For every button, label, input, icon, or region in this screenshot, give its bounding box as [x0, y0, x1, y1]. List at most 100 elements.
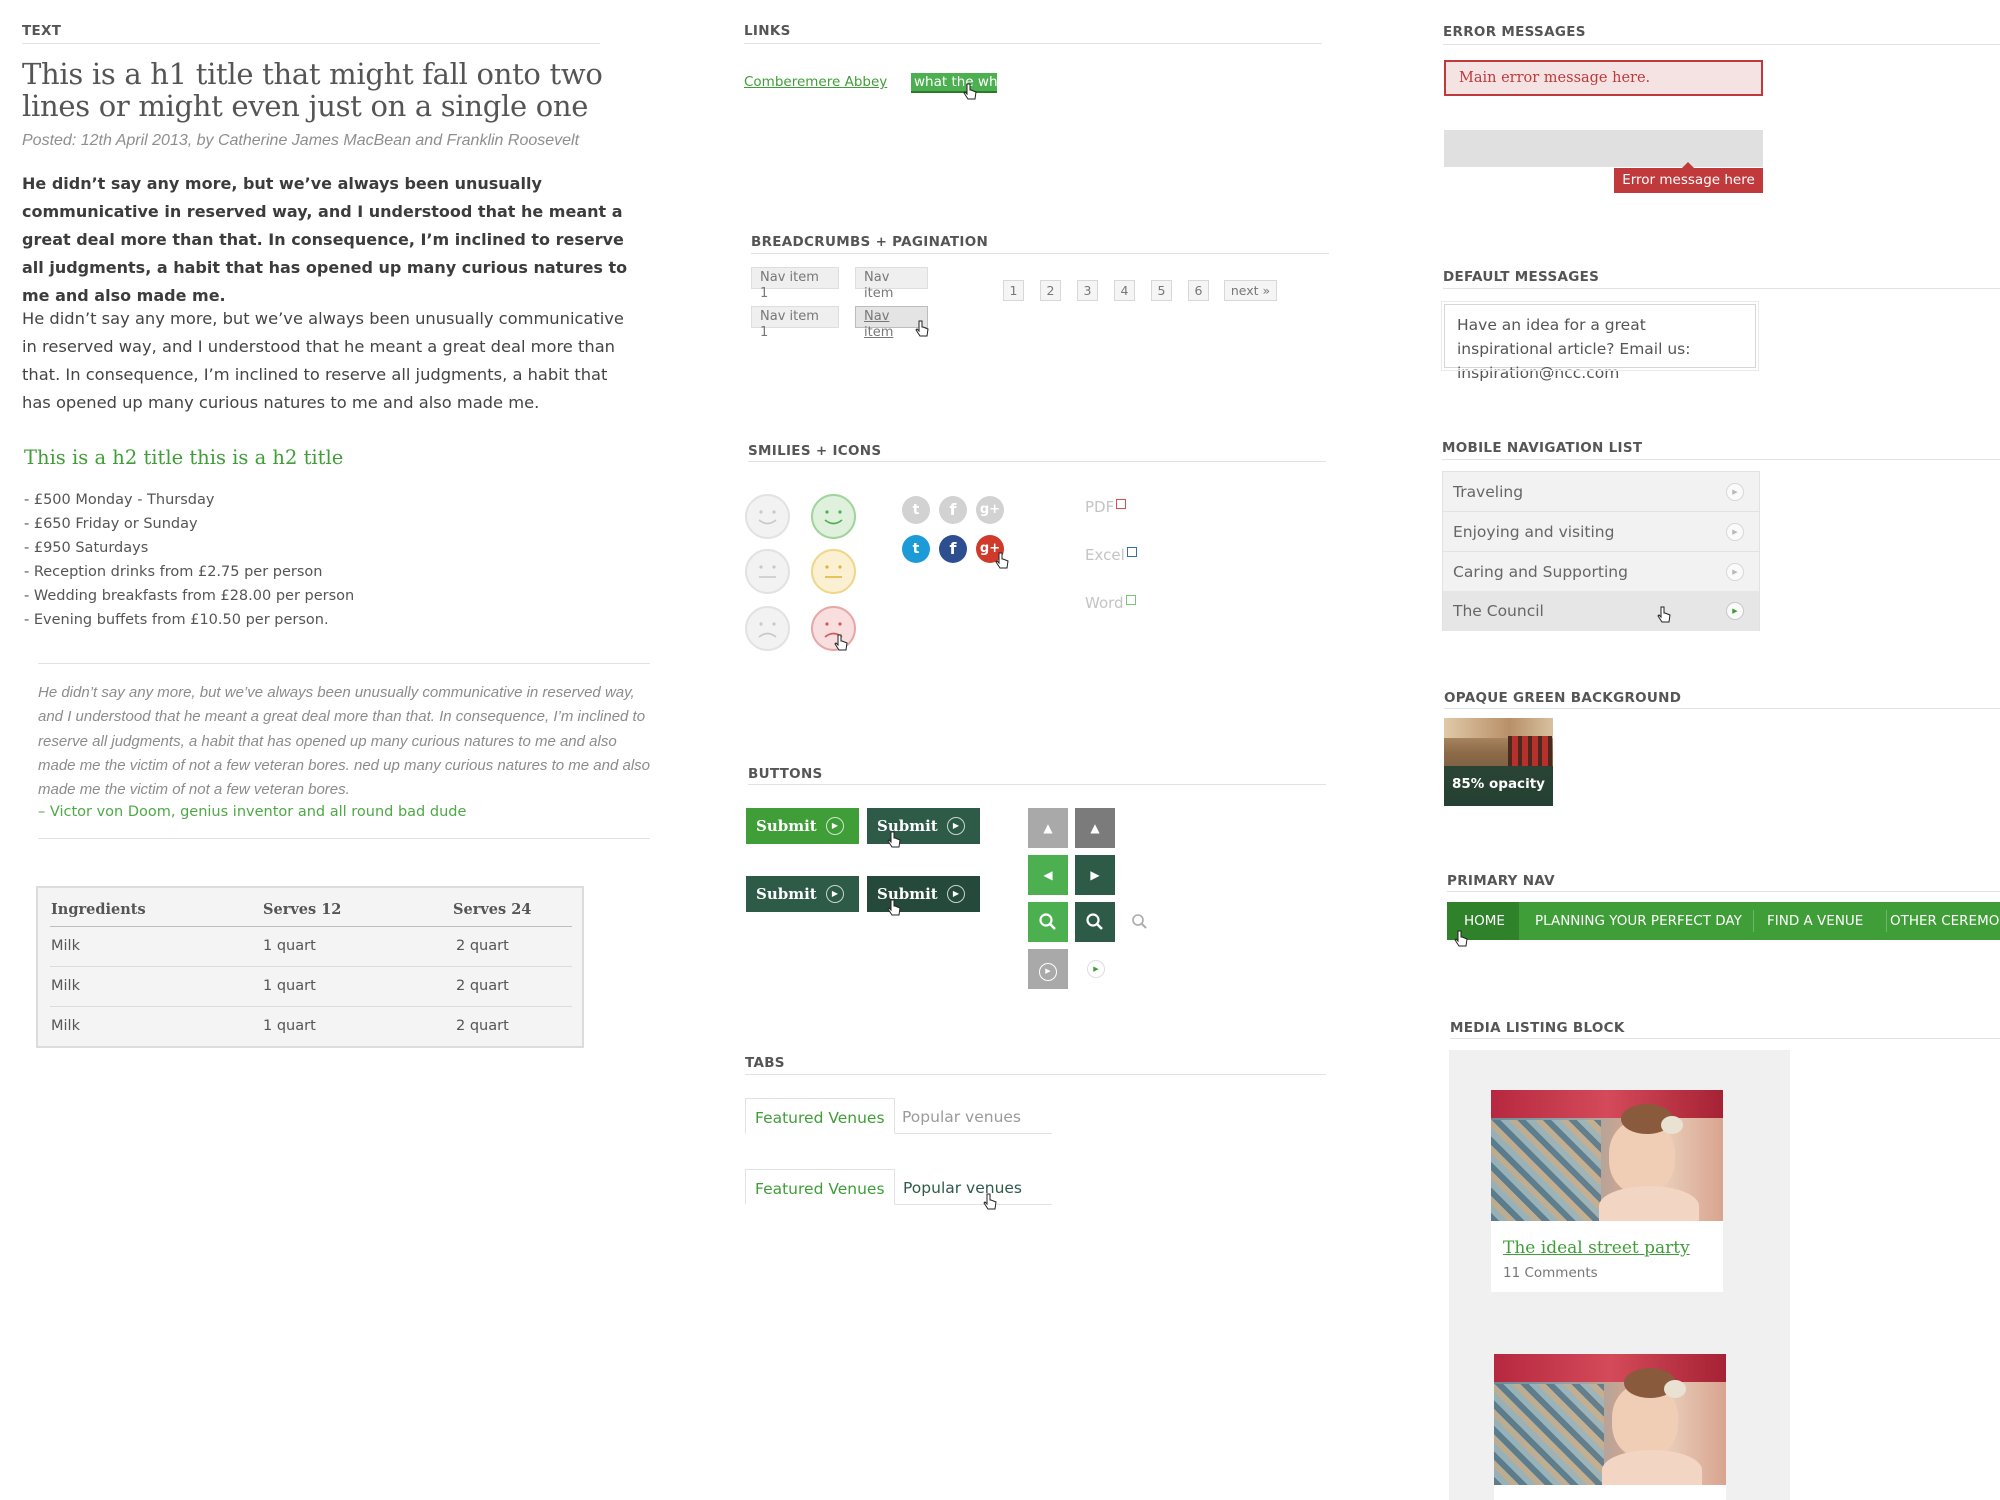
- media-card[interactable]: The ideal street party 11 Comments: [1491, 1090, 1723, 1292]
- breadcrumb-item[interactable]: Nav item 1: [751, 306, 839, 340]
- pagination-page[interactable]: 6: [1188, 280, 1209, 301]
- google-plus-icon[interactable]: g+: [976, 496, 1004, 524]
- pdf-file-link[interactable]: PDF: [1085, 498, 1127, 516]
- twitter-icon[interactable]: t: [902, 496, 930, 524]
- hand-cursor-icon: [887, 899, 901, 916]
- hand-cursor-icon: [983, 1193, 997, 1210]
- excel-icon: [1126, 547, 1137, 557]
- submit-button-dark[interactable]: Submit ▶: [746, 876, 859, 912]
- excel-file-link[interactable]: Excel: [1085, 546, 1137, 564]
- pagination-page[interactable]: 5: [1151, 280, 1172, 301]
- sad-face-icon[interactable]: [745, 606, 790, 651]
- list-item: - Wedding breakfasts from £28.00 per per…: [24, 588, 355, 604]
- mobile-nav-item[interactable]: Caring and Supporting ▶: [1443, 552, 1759, 592]
- chevron-right-icon: ▶: [1726, 563, 1744, 581]
- list-item: - £500 Monday - Thursday: [24, 492, 215, 508]
- nav-item-planning[interactable]: PLANNING YOUR PERFECT DAY: [1535, 902, 1742, 940]
- tab-popular-venues[interactable]: Popular venues: [893, 1098, 1030, 1136]
- opaque-section-label: OPAQUE GREEN BACKGROUND: [1444, 690, 1682, 706]
- happy-face-icon[interactable]: [745, 494, 790, 539]
- link-hover[interactable]: what the wh: [911, 73, 997, 93]
- facebook-icon[interactable]: f: [939, 496, 967, 524]
- media-card-title[interactable]: The ideal street party: [1503, 1238, 1690, 1258]
- ingredients-table: Ingredients Serves 12 Serves 24 Milk 1 q…: [36, 886, 584, 1048]
- search-plain-icon[interactable]: [1130, 912, 1150, 932]
- pagination-page[interactable]: 3: [1077, 280, 1098, 301]
- arrow-right-icon: ▶: [1039, 963, 1057, 981]
- mobile-nav-item[interactable]: Enjoying and visiting ▶: [1443, 512, 1759, 552]
- submit-button-dark-hover[interactable]: Submit ▶: [867, 876, 980, 912]
- search-button[interactable]: [1028, 902, 1068, 942]
- list-item: - £950 Saturdays: [24, 540, 149, 556]
- breadcrumb-item[interactable]: Nav item 1: [751, 267, 839, 301]
- section-divider: [22, 43, 600, 44]
- error-input-field[interactable]: [1444, 130, 1763, 167]
- quote-source: – Victor von Doom, genius inventor and a…: [38, 804, 467, 820]
- twitter-active-icon[interactable]: t: [902, 535, 930, 563]
- neutral-face-icon[interactable]: [745, 549, 790, 594]
- chevron-right-icon: ▶: [1726, 483, 1744, 501]
- mobile-nav-item-hover[interactable]: The Council ▶: [1443, 591, 1759, 631]
- next-button[interactable]: ▶: [1075, 855, 1115, 895]
- errors-section-label: ERROR MESSAGES: [1443, 24, 1586, 40]
- facebook-active-icon[interactable]: f: [939, 535, 967, 563]
- nav-item-other-ceremonies[interactable]: OTHER CEREMON: [1890, 902, 2000, 940]
- pagination-page[interactable]: 2: [1040, 280, 1061, 301]
- media-card-comments[interactable]: 11 Comments: [1503, 1265, 1598, 1281]
- hand-cursor-icon: [1454, 930, 1468, 947]
- arrow-right-icon: ▶: [826, 885, 844, 903]
- pdf-icon: [1116, 499, 1127, 509]
- default-message-box: Have an idea for a great inspirational a…: [1441, 301, 1759, 382]
- table-cell: 1 quart: [263, 938, 316, 954]
- previous-button[interactable]: ◀: [1028, 855, 1068, 895]
- h1-title: This is a h1 title that might fall onto …: [22, 57, 603, 123]
- scroll-up-button[interactable]: ▲: [1028, 808, 1068, 848]
- hand-cursor-icon: [1657, 606, 1671, 623]
- pagination-page[interactable]: 1: [1003, 280, 1024, 301]
- hand-cursor-icon: [963, 83, 977, 100]
- table-cell: 2 quart: [456, 938, 509, 954]
- submit-button-hover[interactable]: Submit ▶: [867, 808, 980, 844]
- nav-item-find-venue[interactable]: FIND A VENUE: [1767, 902, 1863, 940]
- word-file-link[interactable]: Word: [1085, 594, 1136, 612]
- tab-featured-venues[interactable]: Featured Venues: [745, 1098, 895, 1134]
- list-item: - Reception drinks from £2.75 per person: [24, 564, 323, 580]
- circle-arrow-plain-icon[interactable]: ▶: [1087, 960, 1105, 978]
- breadcrumb-item[interactable]: Nav item: [855, 267, 928, 301]
- table-header: Ingredients: [51, 901, 146, 918]
- media-card[interactable]: [1494, 1354, 1726, 1500]
- search-hover-button[interactable]: [1075, 902, 1115, 942]
- pagination-page[interactable]: 4: [1114, 280, 1135, 301]
- hand-cursor-icon: [887, 831, 901, 848]
- table-cell: Milk: [51, 938, 80, 954]
- search-icon: [1086, 913, 1103, 930]
- table-header: Serves 24: [453, 901, 532, 918]
- arrow-right-icon: ▶: [826, 817, 844, 835]
- nav-item-home[interactable]: HOME: [1464, 902, 1505, 940]
- media-thumbnail: [1494, 1354, 1726, 1485]
- tab-featured-venues[interactable]: Featured Venues: [745, 1169, 895, 1205]
- bold-paragraph: He didn’t say any more, but we’ve always…: [22, 174, 628, 305]
- quote-bottom-rule: [38, 838, 650, 839]
- submit-button[interactable]: Submit ▶: [746, 808, 859, 844]
- link-default[interactable]: Comberemere Abbey: [744, 74, 887, 90]
- search-icon: [1039, 913, 1056, 930]
- mobile-nav-list: Traveling ▶ Enjoying and visiting ▶ Caring…: [1442, 471, 1760, 631]
- table-cell: 2 quart: [456, 978, 509, 994]
- arrow-right-icon: ▶: [947, 885, 965, 903]
- smilies-section-label: SMILIES + ICONS: [748, 443, 882, 459]
- opaque-green-image: 85% opacity: [1444, 718, 1553, 806]
- opacity-caption: 85% opacity: [1452, 776, 1545, 792]
- pagination-next[interactable]: next »: [1224, 280, 1277, 301]
- list-item: - Evening buffets from £10.50 per person…: [24, 612, 329, 628]
- text-section-label: TEXT: [22, 23, 62, 39]
- mobile-nav-item[interactable]: Traveling ▶: [1443, 472, 1759, 512]
- scroll-up-hover-button[interactable]: ▲: [1075, 808, 1115, 848]
- circle-arrow-button[interactable]: ▶: [1028, 949, 1068, 989]
- h2-title: This is a h2 title this is a h2 title: [24, 446, 344, 469]
- happy-face-active-icon[interactable]: [811, 494, 856, 539]
- hand-cursor-icon: [995, 552, 1009, 569]
- tab-popular-venues-hover[interactable]: Popular venues: [894, 1169, 1031, 1207]
- neutral-face-active-icon[interactable]: [811, 549, 856, 594]
- media-listing-block: The ideal street party 11 Comments: [1449, 1050, 1790, 1500]
